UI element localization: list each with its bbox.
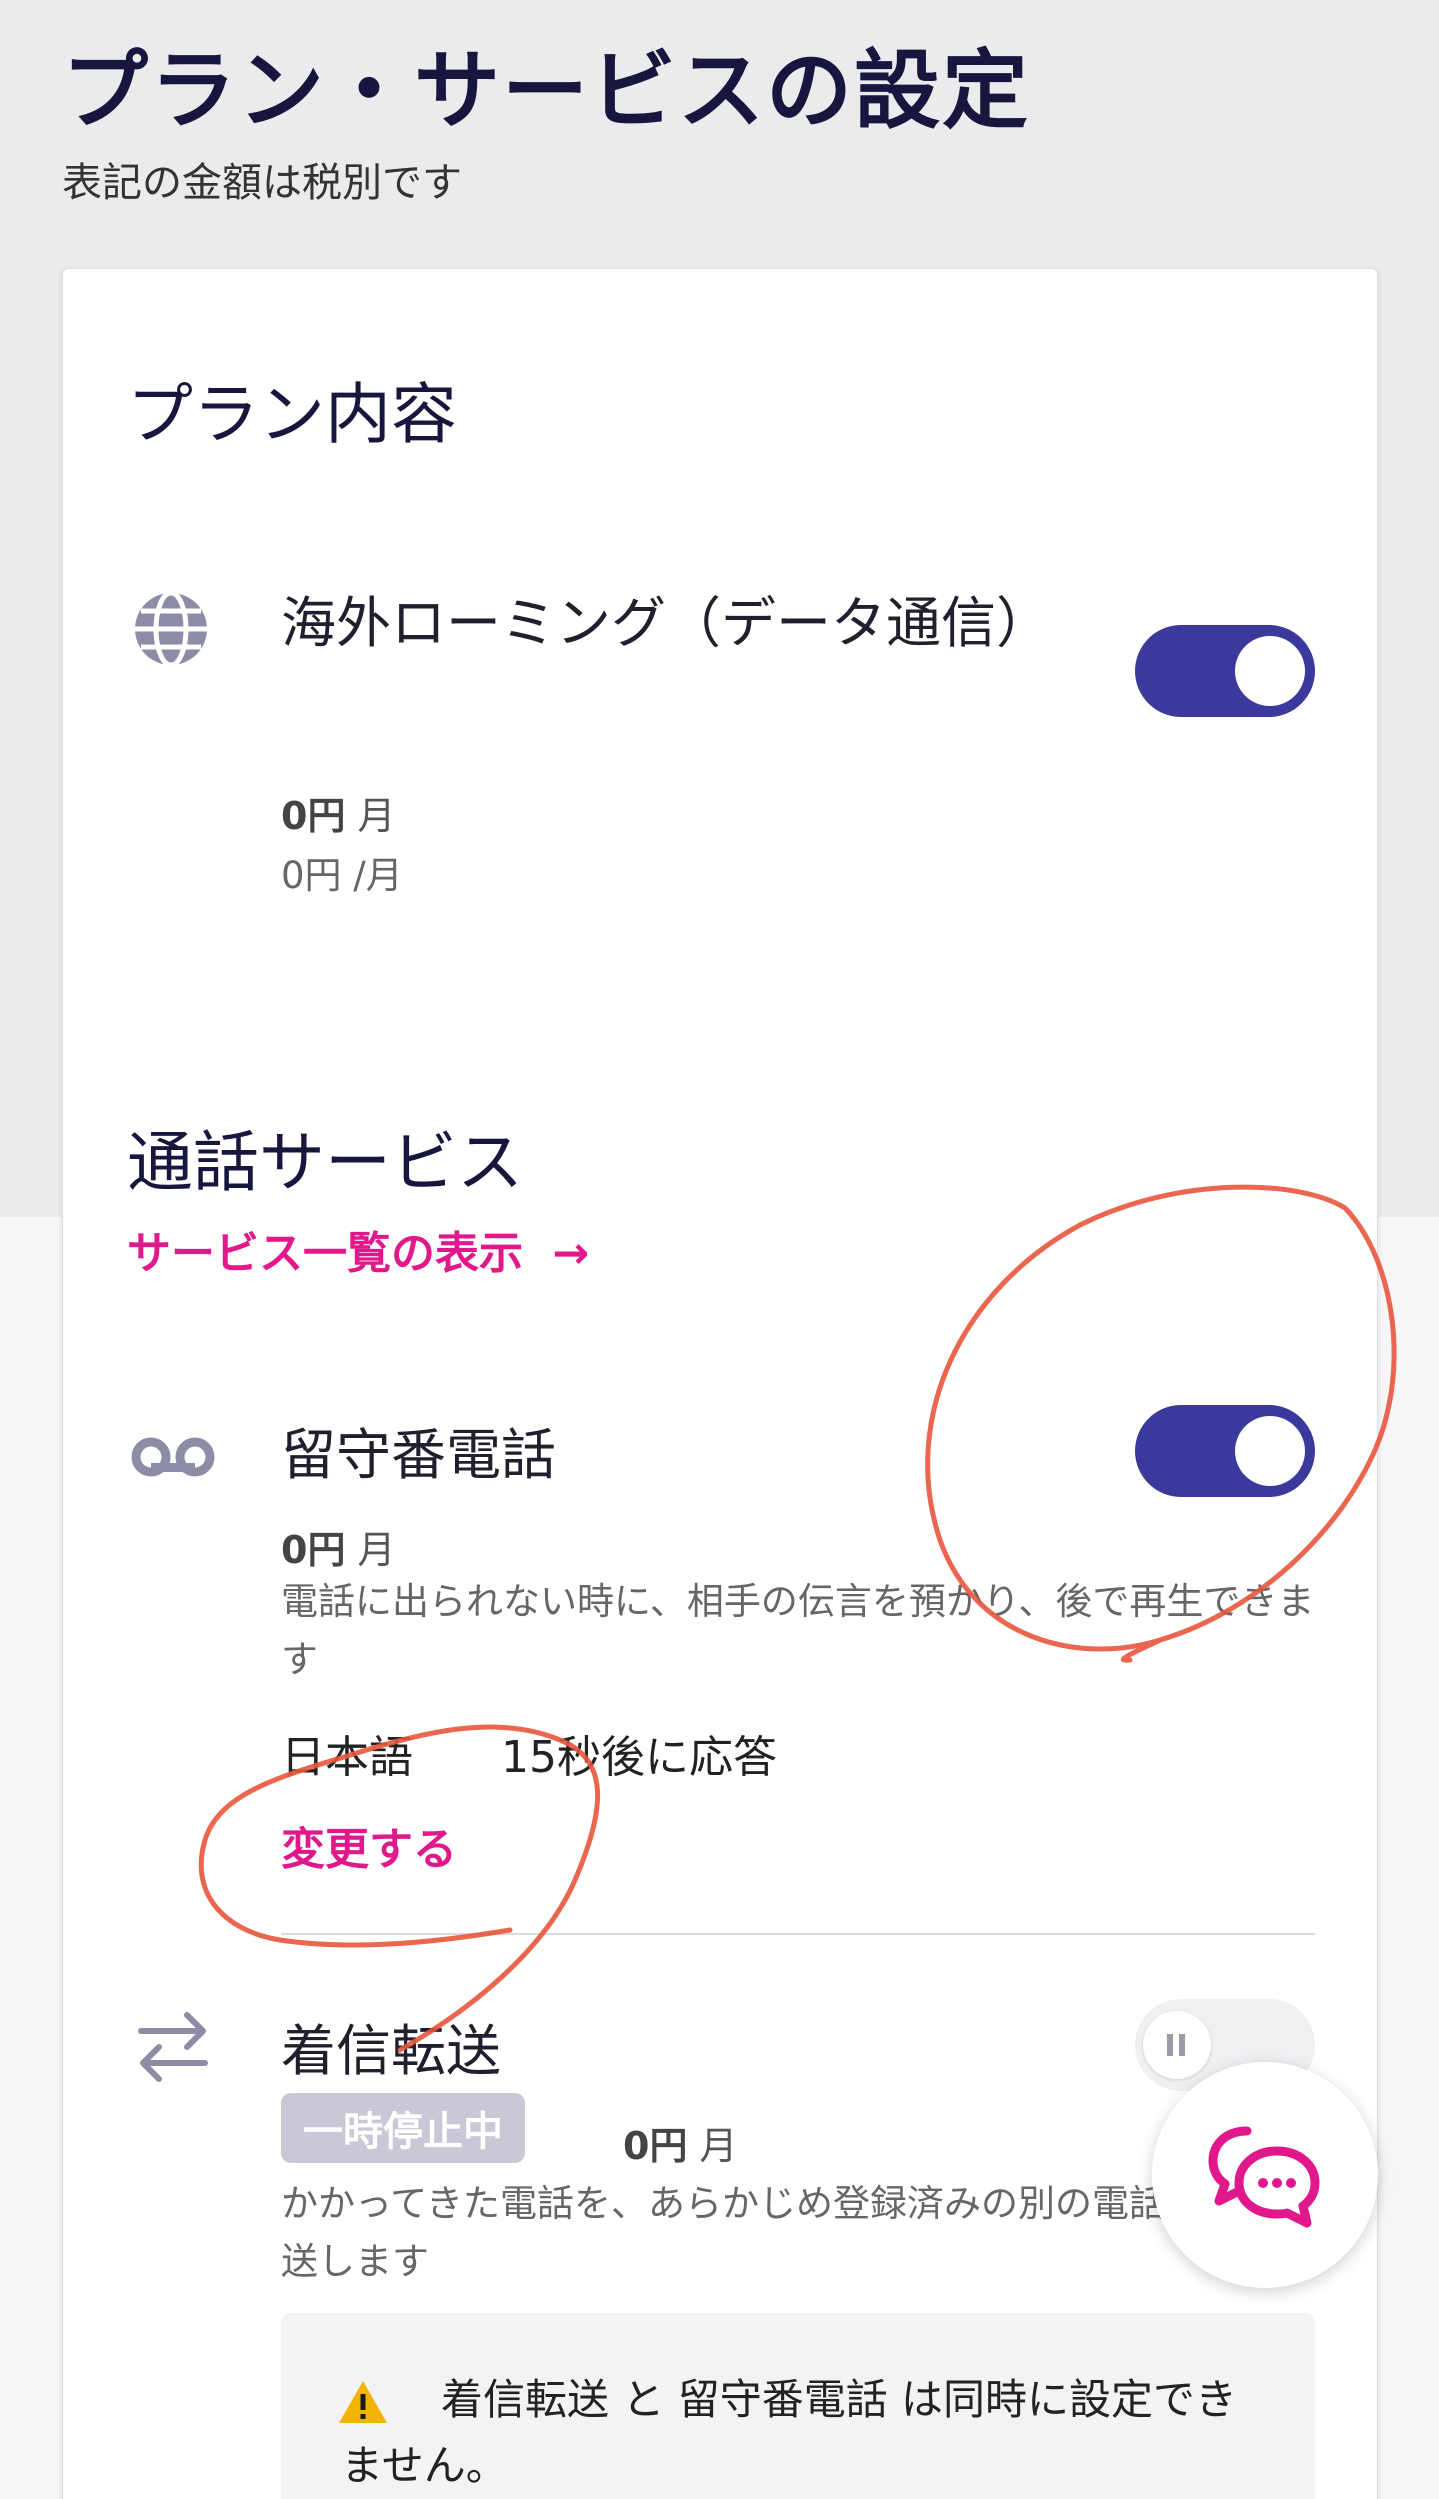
roaming-price-amount: 0円 [281,794,346,838]
voicemail-price-amount: 0円 [281,1528,346,1572]
voicemail-timing: 15秒後に応答 [501,1732,777,1783]
voicemail-description: 電話に出られない時に、相手の伝言を預かり、後で再生できます [281,1580,1315,1681]
forwarding-service-name: 着信転送 [281,2019,502,2083]
voicemail-settings: 日本語 15秒後に応答 [281,1721,777,1785]
forwarding-price: 0円 月 [623,2115,738,2170]
toggle-knob [1235,1416,1305,1486]
voicemail-icon [131,1435,215,1479]
call-section-title: 通話サービス [127,1124,523,1201]
conflict-notice: 着信転送 と 留守番電話 は同時に設定できません。 [281,2313,1315,2499]
chat-bubbles-icon [1208,2126,1320,2228]
paused-status-badge: 一時停止中 [281,2093,525,2163]
transfer-arrows-icon [137,2007,209,2087]
voicemail-change-link[interactable]: 変更する [281,1813,457,1877]
voicemail-language: 日本語 [281,1732,413,1783]
page-subtitle: 表記の金額は税別です [62,160,462,206]
arrow-right-icon: → [552,1228,590,1279]
roaming-price: 0円 月 [281,785,396,840]
voicemail-price: 0円 月 [281,1519,396,1574]
chat-support-button[interactable] [1152,2062,1378,2288]
divider [281,1933,1315,1935]
pause-icon [1167,2034,1173,2056]
forwarding-description-line2: 送します [281,2240,429,2283]
forwarding-price-amount: 0円 [623,2124,688,2168]
toggle-knob [1235,636,1305,706]
roaming-toggle[interactable] [1135,625,1315,717]
toggle-knob [1143,2011,1211,2079]
service-list-link-label: サービス一覧の表示 [127,1228,523,1279]
forwarding-price-unit: 月 [699,2124,738,2168]
voicemail-service-name: 留守番電話 [281,1423,557,1487]
voicemail-price-unit: 月 [357,1528,396,1572]
voicemail-toggle[interactable] [1135,1405,1315,1497]
service-list-link[interactable]: サービス一覧の表示 → [127,1217,589,1281]
pause-icon [1179,2034,1185,2056]
page-title: プラン・サービスの設定 [62,41,1030,141]
forwarding-description: かかってきた電話を、あらかじめ登録済みの別の電話 [281,2182,1167,2225]
roaming-price-sub: 0円 /月 [281,854,403,897]
globe-icon [131,589,211,669]
roaming-service-name: 海外ローミング（データ通信） [281,591,1052,655]
conflict-notice-text: 着信転送 と 留守番電話 は同時に設定できません。 [341,2375,1238,2490]
roaming-price-unit: 月 [357,794,396,838]
plan-section-title: プラン内容 [127,376,457,453]
